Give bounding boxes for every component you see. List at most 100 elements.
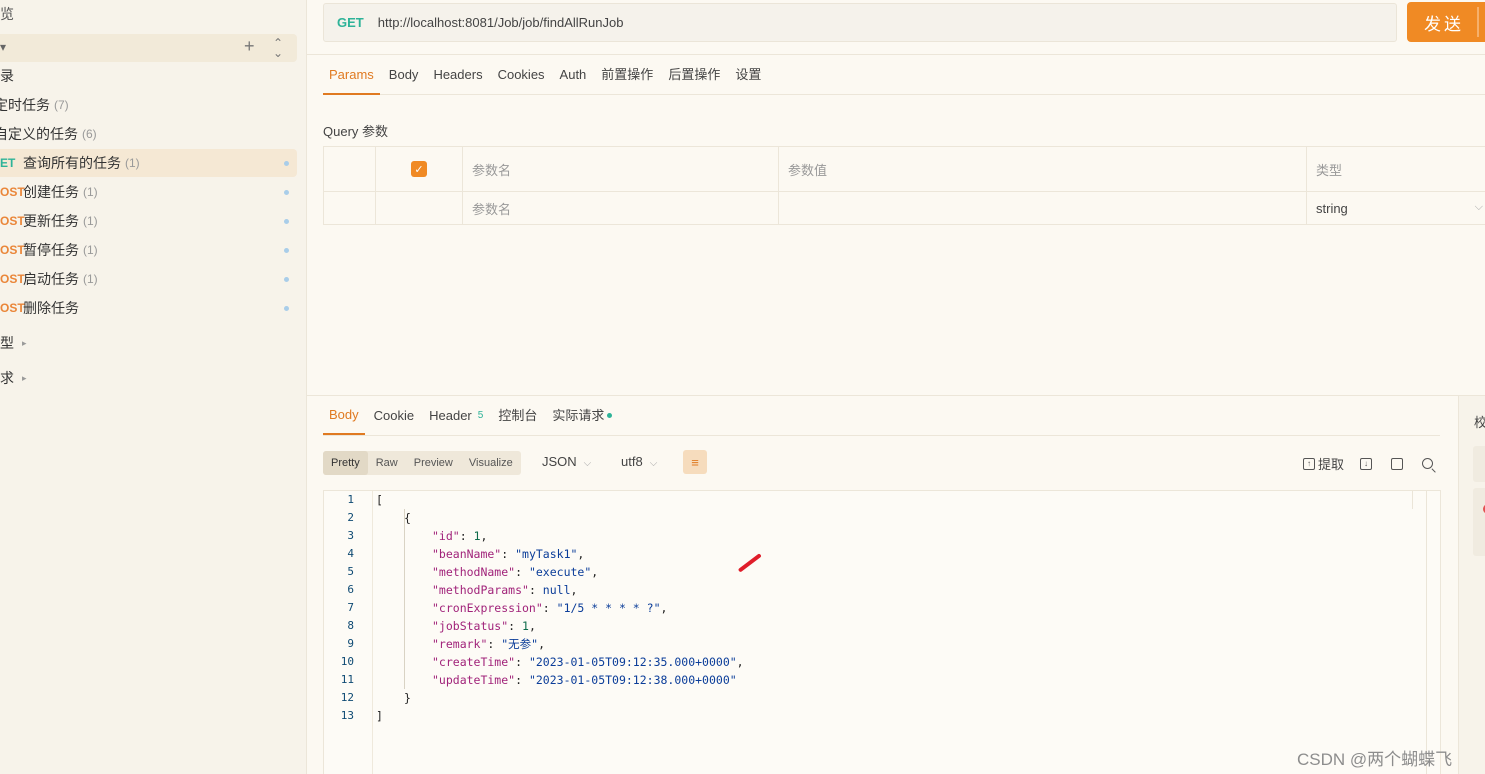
view-pretty[interactable]: Pretty [323,451,368,475]
sidebar-item-folder-custom[interactable]: 自定义的任务 (6) [0,120,297,148]
select-all-checkbox[interactable]: ✓ [411,161,427,177]
sidebar-item-find-all-jobs[interactable]: ET 查询所有的任务 (1) [0,149,297,177]
tab-body[interactable]: Body [383,55,425,95]
copy-button[interactable] [1391,457,1406,470]
item-count: (6) [82,127,97,141]
response-code-editor[interactable]: 1[ 2{ 3 "id": 1, 4 "beanName": "myTask1", … [323,490,1441,774]
code-line: 1[ [324,491,1440,509]
download-icon: ↓ [1360,457,1373,470]
status-dot [284,161,289,166]
sidebar-group-label: 型 [0,335,14,351]
code-line: 9 "remark": "无参", [324,635,1440,653]
extract-icon: ↑ [1303,457,1315,470]
sidebar-item-delete-job[interactable]: OST 删除任务 [0,294,297,322]
line-number: 9 [347,637,354,650]
add-icon[interactable]: + [244,36,255,57]
sidebar: 览 ▾ + ⌃ ⌄ 录 定时任务 (7) 自定义的任务 (6) ET 查询所有的任… [0,0,307,774]
json-value-remark: "无参" [501,637,539,651]
url-input[interactable]: http://localhost:8081/Job/job/findAllRun… [378,15,624,30]
sidebar-item-label: 自定义的任务 [0,126,78,142]
sidebar-item-update-job[interactable]: OST 更新任务 (1) [0,207,297,235]
drag-column-header [324,147,376,191]
param-type-select[interactable]: string ⌵ [1307,192,1485,224]
wrap-lines-icon[interactable]: ≡ [683,450,707,474]
line-number: 5 [347,565,354,578]
tab-response-body[interactable]: Body [323,396,365,435]
validate-label[interactable]: 校 [1474,412,1485,431]
tab-params[interactable]: Params [323,55,380,95]
code-line: 6 "methodParams": null, [324,581,1440,599]
code-line: 11 "updateTime": "2023-01-05T09:12:38.000… [324,671,1440,689]
caret-right-icon: ▸ [22,372,27,383]
tab-pre-script[interactable]: 前置操作 [595,55,659,95]
side-card [1473,488,1485,556]
json-value-id: 1 [473,529,481,543]
view-raw[interactable]: Raw [368,451,406,475]
line-number: 8 [347,619,354,632]
sidebar-group-requests[interactable]: 求 ▸ [0,364,297,392]
sidebar-folder-header[interactable]: ▾ + ⌃ ⌄ [0,34,297,62]
json-value-cronExpression: "1/5 * * * * ?" [556,601,661,615]
response-toolbar: ↑ 提取 ↓ [1303,454,1449,473]
tab-actual-request[interactable]: 实际请求 [546,396,618,435]
method-badge: OST [0,214,25,228]
right-side-panel: 校 [1458,395,1485,774]
tab-console[interactable]: 控制台 [492,396,543,435]
status-dot [284,306,289,311]
json-value-updateTime: "2023-01-05T09:12:38.000+0000" [528,673,737,687]
encoding-select[interactable]: utf8 ⌵ [621,454,657,469]
item-count: (7) [54,98,69,112]
save-response-button[interactable]: ↓ [1360,457,1375,470]
view-visualize[interactable]: Visualize [461,451,521,475]
chevron-down-icon: ⌵ [649,458,658,469]
send-split-divider [1477,7,1479,37]
code-line: 10 "createTime": "2023-01-05T09:12:35.000… [324,653,1440,671]
response-tabs: Body Cookie Header 5 控制台 实际请求 [323,396,1440,436]
param-name-input[interactable]: 参数名 [463,192,779,224]
view-mode-tabs: Pretty Raw Preview Visualize [323,451,521,475]
code-line: 12} [324,689,1440,707]
side-card [1473,446,1485,482]
code-line: 2{ [324,509,1440,527]
sidebar-item-create-job[interactable]: OST 创建任务 (1) [0,178,297,206]
search-button[interactable] [1422,458,1434,469]
url-bar[interactable]: GET http://localhost:8081/Job/job/findAl… [323,3,1397,42]
sidebar-item-pause-job[interactable]: OST 暂停任务 (1) [0,236,297,264]
tab-auth[interactable]: Auth [554,55,593,95]
item-count: (1) [125,156,140,170]
tab-post-script[interactable]: 后置操作 [662,55,726,95]
sidebar-group-models[interactable]: 型 ▸ [0,329,297,357]
code-line: 7 "cronExpression": "1/5 * * * * ?", [324,599,1440,617]
json-value-methodName: "execute" [528,565,592,579]
sort-icon[interactable]: ⌃ ⌄ [273,37,283,59]
tab-response-header[interactable]: Header 5 [423,396,489,435]
view-preview[interactable]: Preview [406,451,461,475]
code-line: 3 "id": 1, [324,527,1440,545]
item-count: (1) [83,272,98,286]
sidebar-item-label: 删除任务 [23,300,79,316]
caret-icon: ▾ [0,40,7,54]
status-dot [284,190,289,195]
tab-headers[interactable]: Headers [427,55,488,95]
tab-settings[interactable]: 设置 [729,55,767,95]
http-method-select[interactable]: GET [337,15,364,30]
query-params-label: Query 参数 [323,124,389,139]
extract-button[interactable]: ↑ 提取 [1303,454,1344,473]
sidebar-item-start-job[interactable]: OST 启动任务 (1) [0,265,297,293]
sidebar-item-folder-scheduled[interactable]: 定时任务 (7) [0,91,297,119]
line-number: 12 [340,691,354,704]
sidebar-item-root[interactable]: 录 [0,62,297,90]
tab-label: Cookie [373,408,415,423]
param-value-input[interactable] [779,192,1307,224]
sidebar-item-label: 暂停任务 [23,242,79,258]
tab-response-cookie[interactable]: Cookie [368,396,420,435]
json-value-jobStatus: 1 [522,619,529,633]
tab-label: Body [329,407,359,422]
sidebar-overview-label[interactable]: 览 [0,4,14,24]
send-button[interactable]: 发送 [1407,2,1485,42]
tab-cookies[interactable]: Cookies [492,55,551,95]
format-select[interactable]: JSON ⌵ [542,454,591,469]
encoding-value: utf8 [621,454,643,469]
method-badge: OST [0,185,25,199]
status-dot [607,413,613,418]
